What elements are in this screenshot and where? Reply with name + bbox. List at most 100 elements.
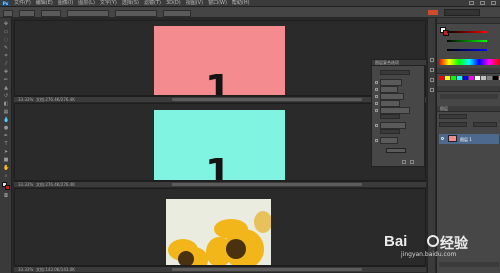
zoom-level[interactable]: 33.33%: [18, 97, 33, 102]
ok-button[interactable]: [386, 148, 406, 153]
tool-preset-picker[interactable]: [3, 10, 13, 17]
option-row[interactable]: [375, 107, 410, 114]
marquee-tool-icon[interactable]: ▭: [3, 30, 9, 35]
color-swatch[interactable]: [457, 76, 462, 80]
color-spectrum[interactable]: [439, 59, 499, 65]
blur-tool-icon[interactable]: 💧: [3, 118, 9, 123]
path-selection-tool-icon[interactable]: ➤: [3, 150, 9, 155]
visibility-eye-icon[interactable]: [441, 137, 444, 140]
horizontal-scrollbar[interactable]: [172, 268, 362, 271]
checkbox[interactable]: [375, 124, 378, 127]
new-comp-icon[interactable]: [402, 160, 406, 164]
distribute-buttons[interactable]: [115, 10, 157, 17]
document-canvas-1[interactable]: 1: [154, 26, 285, 95]
menu-image[interactable]: 图像(I): [58, 1, 73, 6]
hand-tool-icon[interactable]: ✋: [3, 166, 9, 171]
quick-mask-icon[interactable]: ◘: [3, 194, 9, 199]
crop-tool-icon[interactable]: ⌗: [3, 54, 9, 59]
quick-select-tool-icon[interactable]: ✎: [3, 46, 9, 51]
layer-name[interactable]: 图层 1: [460, 137, 472, 143]
horizontal-scrollbar[interactable]: [172, 183, 362, 186]
color-swatch[interactable]: [487, 76, 492, 80]
option-field[interactable]: [380, 114, 400, 119]
option-field[interactable]: [380, 129, 400, 134]
color-swatch[interactable]: [445, 76, 450, 80]
checkbox[interactable]: [375, 95, 378, 98]
document-info[interactable]: 文档:143.0K/143.0K: [36, 267, 75, 273]
maximize-icon[interactable]: [480, 1, 485, 5]
layer-filter-dropdown[interactable]: [439, 114, 467, 119]
dodge-tool-icon[interactable]: ●: [3, 126, 9, 131]
zoom-tool-icon[interactable]: ⌕: [3, 174, 9, 179]
opacity-field[interactable]: [473, 122, 497, 127]
menu-edit[interactable]: 编辑(E): [36, 1, 53, 6]
color-swatch[interactable]: [451, 76, 456, 80]
layer-comps-icon[interactable]: [430, 78, 434, 82]
menu-window[interactable]: 窗口(W): [208, 1, 227, 6]
delete-comp-icon[interactable]: [410, 160, 414, 164]
name-field[interactable]: [380, 70, 410, 75]
option-row[interactable]: [375, 137, 398, 144]
green-slider[interactable]: [447, 40, 487, 42]
align-buttons[interactable]: [67, 10, 109, 17]
shape-tool-icon[interactable]: ■: [3, 158, 9, 163]
type-tool-icon[interactable]: T: [3, 142, 9, 147]
horizontal-scrollbar[interactable]: [172, 98, 362, 101]
red-slider[interactable]: [447, 31, 487, 33]
sunflower-photo[interactable]: [166, 199, 271, 265]
history-icon[interactable]: [430, 58, 434, 62]
color-swatch[interactable]: [475, 76, 480, 80]
checkbox[interactable]: [375, 102, 378, 105]
option-row[interactable]: [375, 122, 406, 129]
lasso-tool-icon[interactable]: ◌: [3, 38, 9, 43]
color-swatch[interactable]: [439, 76, 444, 80]
color-swatch[interactable]: [469, 76, 474, 80]
auto-select-dropdown[interactable]: [41, 10, 61, 17]
healing-brush-tool-icon[interactable]: ✚: [3, 70, 9, 75]
menu-help[interactable]: 帮助(H): [232, 1, 250, 6]
option-row[interactable]: [375, 86, 398, 93]
option-row[interactable]: [375, 100, 400, 107]
clone-stamp-tool-icon[interactable]: ▲: [3, 86, 9, 91]
checkbox[interactable]: [375, 109, 378, 112]
history-brush-tool-icon[interactable]: ↺: [3, 94, 9, 99]
option-row[interactable]: [375, 79, 402, 86]
adjustment-icons[interactable]: [440, 94, 498, 99]
eyedropper-tool-icon[interactable]: ⁄: [3, 62, 9, 67]
feedback-icon[interactable]: [428, 10, 438, 15]
checkbox[interactable]: [375, 81, 378, 84]
layers-panel-footer[interactable]: [439, 262, 499, 267]
pen-tool-icon[interactable]: ✒: [3, 134, 9, 139]
color-swatch[interactable]: [463, 76, 468, 80]
menu-3d[interactable]: 3D(D): [166, 1, 181, 6]
menu-filter[interactable]: 滤镜(T): [144, 1, 161, 6]
color-swatch[interactable]: [481, 76, 486, 80]
menu-view[interactable]: 视图(V): [186, 1, 203, 6]
3d-mode-buttons[interactable]: [163, 10, 191, 17]
properties-icon[interactable]: [430, 68, 434, 72]
paragraph-icon[interactable]: [430, 88, 434, 92]
eraser-tool-icon[interactable]: ◧: [3, 102, 9, 107]
menu-select[interactable]: 选择(S): [122, 1, 139, 6]
zoom-level[interactable]: 33.33%: [18, 267, 33, 272]
auto-select-checkbox[interactable]: [19, 10, 35, 17]
brush-tool-icon[interactable]: ✏: [3, 78, 9, 83]
zoom-level[interactable]: 33.33%: [18, 182, 33, 187]
menu-layer[interactable]: 图层(L): [78, 1, 95, 6]
layer-row[interactable]: 图层 1: [439, 134, 499, 144]
menu-type[interactable]: 文字(Y): [100, 1, 117, 6]
close-icon[interactable]: [491, 1, 496, 5]
document-canvas-2[interactable]: 1: [154, 110, 285, 180]
blue-slider[interactable]: [447, 49, 487, 51]
background-color-swatch[interactable]: [5, 185, 10, 190]
menu-file[interactable]: 文件(F): [14, 1, 31, 6]
color-swatch[interactable]: [493, 76, 498, 80]
move-tool-icon[interactable]: ✥: [3, 22, 9, 27]
checkbox[interactable]: [375, 139, 378, 142]
option-row[interactable]: [375, 93, 404, 100]
minimize-icon[interactable]: [469, 1, 474, 5]
workspace-switcher[interactable]: [444, 9, 480, 16]
checkbox[interactable]: [375, 88, 378, 91]
gradient-tool-icon[interactable]: ▦: [3, 110, 9, 115]
blend-mode-dropdown[interactable]: [439, 122, 467, 127]
